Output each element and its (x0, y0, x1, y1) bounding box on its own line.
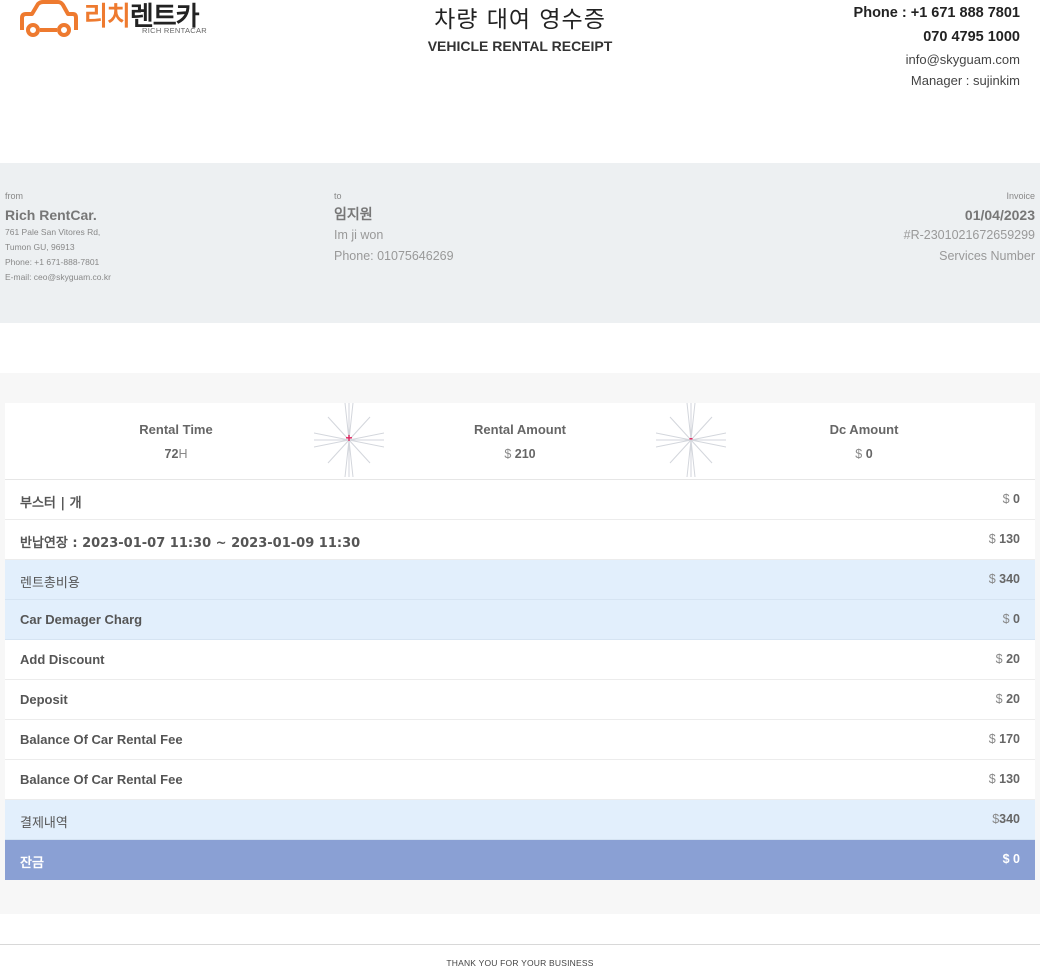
charge-value: 0 (1013, 612, 1020, 626)
charge-currency: $ (988, 732, 996, 746)
charge-value: 0 (1013, 492, 1020, 506)
to-name-ko: 임지원 (334, 207, 373, 223)
minus-operator: - (655, 402, 727, 478)
charge-value: 130 (999, 532, 1020, 546)
charge-label: 결제내역 (20, 816, 68, 831)
charge-currency: $ (1002, 492, 1010, 506)
from-phone: Phone: +1 671-888-7801 (5, 257, 100, 267)
receipt-header: 리치렌트카 RICH RENTACAR 차량 대여 영수증 VEHICLE RE… (0, 0, 1040, 120)
rental-time-unit: H (178, 447, 188, 461)
dc-amount-value: $ 0 (764, 446, 964, 463)
charge-currency: $ (988, 772, 996, 786)
plus-sign: + (345, 431, 353, 445)
charge-label: Balance Of Car Rental Fee (20, 772, 183, 787)
charge-row: 렌트총비용 $ 340 (5, 560, 1035, 600)
from-label: from (5, 191, 23, 201)
rental-time-number: 72 (164, 447, 179, 461)
contact-email: info@skyguam.com (905, 52, 1020, 67)
charges-section: Rental Time 72H + Rental Amount $ 210 - … (0, 373, 1040, 914)
to-phone: Phone: 01075646269 (334, 249, 454, 263)
charge-label: 잔금 (20, 856, 44, 871)
rental-summary: Rental Time 72H + Rental Amount $ 210 - … (5, 402, 1035, 480)
charge-row: 부스터 | 개 $ 0 (5, 480, 1035, 520)
charge-value: 170 (999, 732, 1020, 746)
footer-message: THANK YOU FOR YOUR BUSINESS (446, 958, 594, 968)
charge-currency: $ (1002, 612, 1010, 626)
charge-value: 340 (999, 812, 1020, 826)
charge-row: 반납연장 : 2023-01-07 11:30 ~ 2023-01-09 11:… (5, 520, 1035, 560)
charge-amount: $ 20 (996, 692, 1020, 706)
parties-section: from Rich RentCar. 761 Pale San Vitores … (0, 163, 1040, 323)
charge-label: Add Discount (20, 652, 105, 667)
charge-value: 20 (1006, 652, 1020, 666)
contact-info: Phone : +1 671 888 7801 070 4795 1000 in… (854, 4, 1020, 89)
charge-amount: $ 0 (1003, 492, 1020, 506)
balance-due-row: 잔금 $ 0 (5, 840, 1035, 880)
charge-value: 0 (1013, 852, 1020, 866)
charge-currency: $ (988, 572, 996, 586)
rental-amount-value: $ 210 (420, 446, 620, 463)
from-address-line2: Tumon GU, 96913 (5, 242, 75, 252)
charge-amount: $340 (992, 812, 1020, 826)
charge-label: 부스터 | 개 (20, 496, 82, 511)
charge-label: Deposit (20, 692, 68, 707)
dc-amount-block: Dc Amount $ 0 (764, 421, 964, 463)
from-address-line1: 761 Pale San Vitores Rd, (5, 227, 101, 237)
charge-amount: $ 0 (1003, 852, 1020, 866)
contact-manager: Manager : sujinkim (910, 73, 1020, 88)
charge-amount: $ 130 (989, 772, 1020, 786)
charge-currency: $ (995, 652, 1003, 666)
rental-amount-number: 210 (514, 447, 536, 461)
invoice-label: Invoice (1006, 191, 1035, 201)
rental-amount-label: Rental Amount (474, 422, 566, 437)
charge-row: Balance Of Car Rental Fee $ 170 (5, 720, 1035, 760)
charge-label: Balance Of Car Rental Fee (20, 732, 183, 747)
contact-phone-alt: 070 4795 1000 (923, 29, 1020, 45)
minus-sign: - (689, 431, 693, 445)
charges-table: 부스터 | 개 $ 0 반납연장 : 2023-01-07 11:30 ~ 20… (5, 480, 1035, 880)
to-block: to 임지원 Im ji won Phone: 01075646269 (334, 190, 454, 267)
charge-amount: $ 20 (996, 652, 1020, 666)
charge-label: 반납연장 : 2023-01-07 11:30 ~ 2023-01-09 11:… (20, 536, 361, 551)
footer-divider (0, 944, 1040, 945)
charge-currency: $ (995, 692, 1003, 706)
contact-phone: Phone : +1 671 888 7801 (853, 5, 1020, 21)
plus-operator: + (313, 402, 385, 478)
charge-row: Add Discount $ 20 (5, 640, 1035, 680)
dc-amount-number: 0 (865, 447, 873, 461)
charge-amount: $ 0 (1003, 612, 1020, 626)
charge-amount: $ 170 (989, 732, 1020, 746)
invoice-block: Invoice 01/04/2023 #R-2301021672659299 S… (904, 190, 1035, 267)
rental-time-block: Rental Time 72H (76, 421, 276, 463)
charge-amount: $ 130 (989, 532, 1020, 546)
charge-value: 130 (999, 772, 1020, 786)
charge-value: 340 (999, 572, 1020, 586)
from-email: E-mail: ceo@skyguam.co.kr (5, 272, 111, 282)
payment-history-row: 결제내역 $340 (5, 800, 1035, 840)
to-label: to (334, 191, 342, 201)
charge-value: 20 (1006, 692, 1020, 706)
charge-currency: $ (988, 532, 996, 546)
rental-time-value: 72H (76, 446, 276, 463)
charge-row: Balance Of Car Rental Fee $ 130 (5, 760, 1035, 800)
charge-label: Car Demager Charg (20, 612, 143, 627)
invoice-number-label: Services Number (939, 249, 1035, 263)
dc-amount-label: Dc Amount (829, 422, 899, 437)
invoice-date: 01/04/2023 (964, 207, 1035, 223)
charge-row: Car Demager Charg $ 0 (5, 600, 1035, 640)
from-block: from Rich RentCar. 761 Pale San Vitores … (5, 190, 111, 285)
charge-label: 렌트총비용 (20, 576, 80, 591)
to-name-en: Im ji won (334, 228, 384, 242)
rental-time-label: Rental Time (139, 422, 213, 437)
charge-currency: $ (1002, 852, 1010, 866)
charge-row: Deposit $ 20 (5, 680, 1035, 720)
rental-amount-block: Rental Amount $ 210 (420, 421, 620, 463)
from-name: Rich RentCar. (5, 207, 97, 223)
rental-amount-currency: $ (504, 447, 512, 461)
dc-amount-currency: $ (855, 447, 863, 461)
charge-amount: $ 340 (989, 572, 1020, 586)
invoice-number: #R-2301021672659299 (903, 228, 1035, 242)
